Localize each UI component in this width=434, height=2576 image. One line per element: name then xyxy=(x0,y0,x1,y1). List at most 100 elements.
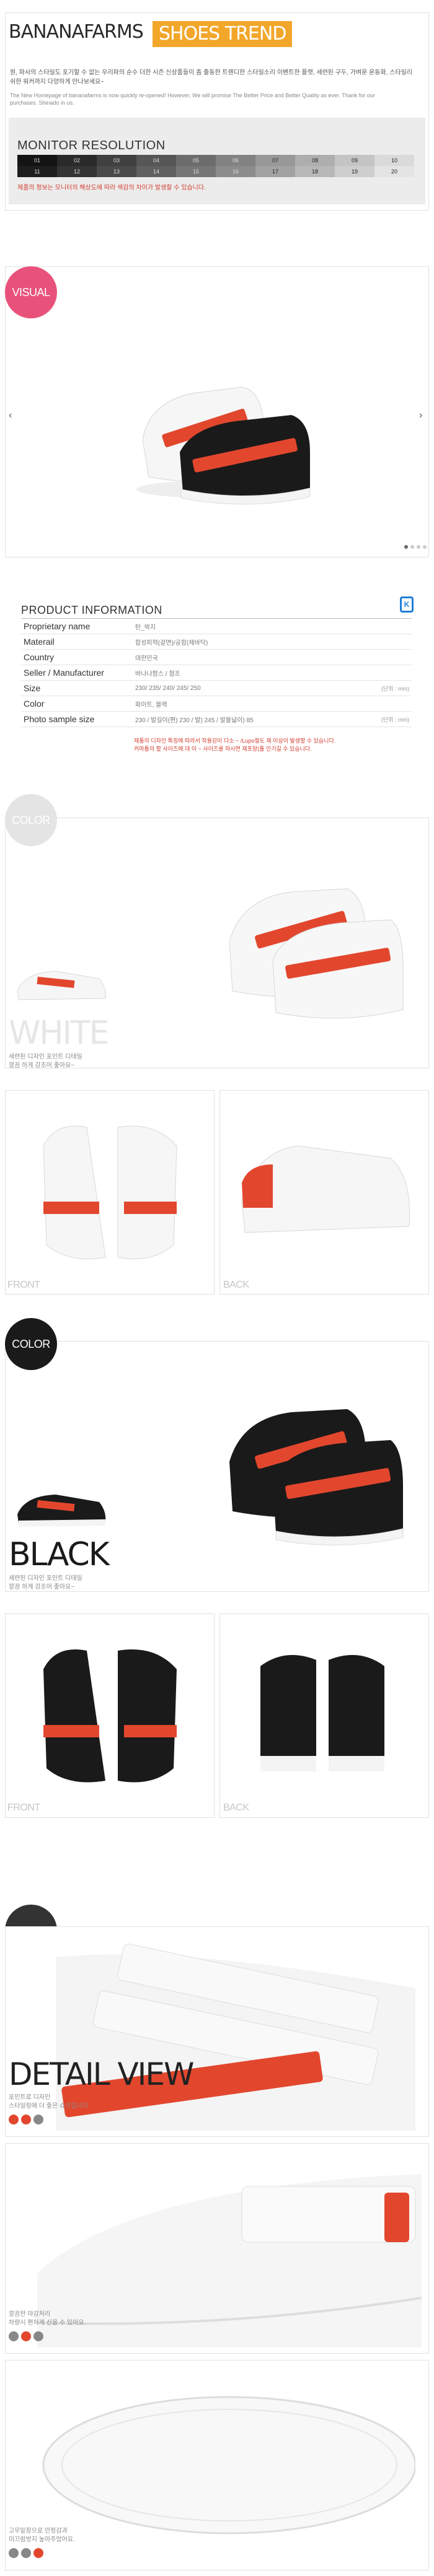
visual-badge: VISUAL xyxy=(5,266,57,318)
detail-swatches-3 xyxy=(9,2548,46,2561)
monitor-row-2: 11 12 13 14 15 16 17 18 19 20 xyxy=(17,166,414,177)
detail-desc-4: 차량시 편하게 신을 수 있어요. xyxy=(9,2320,86,2326)
white-desc-1: 세련된 디자인 포인트 디테일 xyxy=(9,1054,82,1060)
monitor-cell: 07 xyxy=(255,155,295,166)
detail-image-2 xyxy=(37,2149,422,2347)
product-info-label: Photo sample size xyxy=(24,714,95,724)
product-info-notes: 제품의 디자인 특징에 따라서 착용감이 다소 ~ /Lupo절도 제 이상이 … xyxy=(134,737,407,753)
detail-desc-1: 포인트로 디자인 xyxy=(9,2094,51,2101)
swatch-red xyxy=(9,2115,19,2124)
black-desc-1: 세련된 디자인 포인트 디테일 xyxy=(9,1575,82,1582)
black-desc-2: 깔끔 하게 강조어 좋아요~ xyxy=(9,1584,75,1591)
monitor-cell: 06 xyxy=(216,155,255,166)
black-shoes-main-image xyxy=(217,1369,409,1555)
black-back-image xyxy=(248,1641,397,1790)
slider-dots[interactable] xyxy=(404,545,427,549)
monitor-cell: 11 xyxy=(17,166,57,177)
product-info-row: Country 대한민국 xyxy=(21,650,412,665)
black-front-label: FRONT xyxy=(7,1802,40,1813)
product-info-row: Photo sample size 230 / 발길이(편) 230 / 발) 2… xyxy=(21,712,412,727)
product-info-note-1: 제품의 디자인 특징에 따라서 착용감이 다소 ~ /Lupo절도 제 이상이 … xyxy=(134,738,336,744)
swatch-gray xyxy=(9,2331,19,2341)
product-info-label: Size xyxy=(24,683,41,693)
product-info-value: 화이트, 블랙 xyxy=(135,701,167,709)
swatch-red xyxy=(33,2548,43,2558)
product-info-row: Proprietary name 탄_박지 xyxy=(21,619,412,634)
monitor-cell: 16 xyxy=(216,166,255,177)
black-shoe-small-image xyxy=(12,1483,112,1533)
swatch-gray xyxy=(33,2331,43,2341)
swatch-gray xyxy=(9,2548,19,2558)
kc-mark-icon: K xyxy=(400,596,414,613)
white-color-badge: COLOR xyxy=(5,794,57,846)
white-shoe-small-image xyxy=(12,960,112,1010)
monitor-cell: 03 xyxy=(97,155,136,166)
slider-prev-button[interactable]: ‹ xyxy=(9,410,12,421)
white-front-image xyxy=(31,1109,192,1270)
detail-desc-3: 깔끔한 마감처리 xyxy=(9,2311,51,2318)
product-info-value: 합성피혁(겉면)/공합(제바닥) xyxy=(135,639,208,647)
product-info-row: Color 화이트, 블랙 xyxy=(21,696,412,712)
detail-caption: DETAIL VIEW xyxy=(9,2056,194,2092)
product-info-table: Proprietary name 탄_박지 Materail 합성피혁(겉면)/공합(… xyxy=(21,618,412,727)
product-info-label: Materail xyxy=(24,637,55,647)
monitor-cell: 02 xyxy=(57,155,97,166)
white-shoes-main-image xyxy=(217,849,409,1034)
monitor-cell: 10 xyxy=(374,155,414,166)
monitor-cell: 15 xyxy=(176,166,216,177)
product-info-note-2: 커마톱의 할 사이즈에 대 이 ~ 사이즈를 하시면 재포장(플 인기길 수 있… xyxy=(134,746,312,752)
swatch-red xyxy=(21,2115,31,2124)
detail-desc-6: 미끄럼방지 높아주었어요. xyxy=(9,2536,75,2543)
monitor-cell: 01 xyxy=(17,155,57,166)
product-info-value: 대한민국 xyxy=(135,655,158,662)
monitor-cell: 05 xyxy=(176,155,216,166)
monitor-cell: 19 xyxy=(335,166,374,177)
product-info-value: 230/ 235/ 240/ 245/ 250 xyxy=(135,684,201,692)
monitor-note: 제품의 정보는 모니터의 해상도에 따라 색감의 차이가 발생할 수 있습니다. xyxy=(17,185,206,191)
white-caption: WHITE xyxy=(9,1015,109,1052)
monitor-cell: 14 xyxy=(136,166,176,177)
slider-dot-2[interactable] xyxy=(410,545,414,549)
product-info-unit: (단위 : mm) xyxy=(381,716,409,723)
white-back-image xyxy=(236,1127,415,1251)
monitor-cell: 12 xyxy=(57,166,97,177)
monitor-cell: 08 xyxy=(295,155,335,166)
slider-dot-3[interactable] xyxy=(417,545,420,549)
monitor-cell: 09 xyxy=(335,155,374,166)
product-info-label: Proprietary name xyxy=(24,621,91,631)
product-info-row: Seller / Manufacturer 바나나팜스 / 협조 xyxy=(21,665,412,681)
monitor-cell: 04 xyxy=(136,155,176,166)
white-desc-2: 깔끔 하게 강조어 좋아요~ xyxy=(9,1062,75,1069)
black-color-badge: COLOR xyxy=(5,1318,57,1370)
monitor-row-1: 01 02 03 04 05 06 07 08 09 10 xyxy=(17,155,414,166)
visual-shoes-image xyxy=(124,334,322,514)
monitor-cell: 20 xyxy=(374,166,414,177)
monitor-cell: 13 xyxy=(97,166,136,177)
swatch-gray xyxy=(33,2115,43,2124)
white-back-label: BACK xyxy=(223,1280,249,1290)
swatch-gray xyxy=(21,2548,31,2558)
white-front-label: FRONT xyxy=(7,1280,40,1290)
product-info-unit: (단위 : mm) xyxy=(381,685,409,692)
intro-text-en: The New Homepage of bananafarms is now q… xyxy=(10,92,375,106)
black-caption: BLACK xyxy=(9,1536,110,1573)
detail-image-3 xyxy=(25,2375,417,2555)
slider-next-button[interactable]: › xyxy=(419,410,422,421)
detail-desc-2: 스타일링에 더 좋은 슈즈입니다. xyxy=(9,2103,90,2110)
product-info-value: 230 / 발길이(편) 230 / 발) 245 / 발볼넓이) 85 xyxy=(135,717,254,724)
product-info-row: Materail 합성피혁(겉면)/공합(제바닥) xyxy=(21,634,412,650)
black-back-label: BACK xyxy=(223,1802,249,1813)
product-info-value: 탄_박지 xyxy=(135,624,156,631)
detail-image-1 xyxy=(56,1932,422,2131)
brand-tag: SHOES TREND xyxy=(153,21,293,47)
product-info-label: Country xyxy=(24,652,55,662)
detail-desc-5: 고무밑창으로 안정감과 xyxy=(9,2528,68,2535)
black-front-image xyxy=(31,1632,192,1793)
detail-swatches-2 xyxy=(9,2331,46,2344)
slider-dot-4[interactable] xyxy=(423,545,427,549)
intro-text: 뭔, 파사의 스타일도 포기할 수 없는 우리파의 순수 더한 시즌 신상품들이… xyxy=(10,69,413,85)
monitor-title: MONITOR RESOLUTION xyxy=(17,139,166,152)
monitor-cell: 18 xyxy=(295,166,335,177)
slider-dot-1[interactable] xyxy=(404,545,408,549)
product-info-value: 바나나팜스 / 협조 xyxy=(135,670,180,678)
